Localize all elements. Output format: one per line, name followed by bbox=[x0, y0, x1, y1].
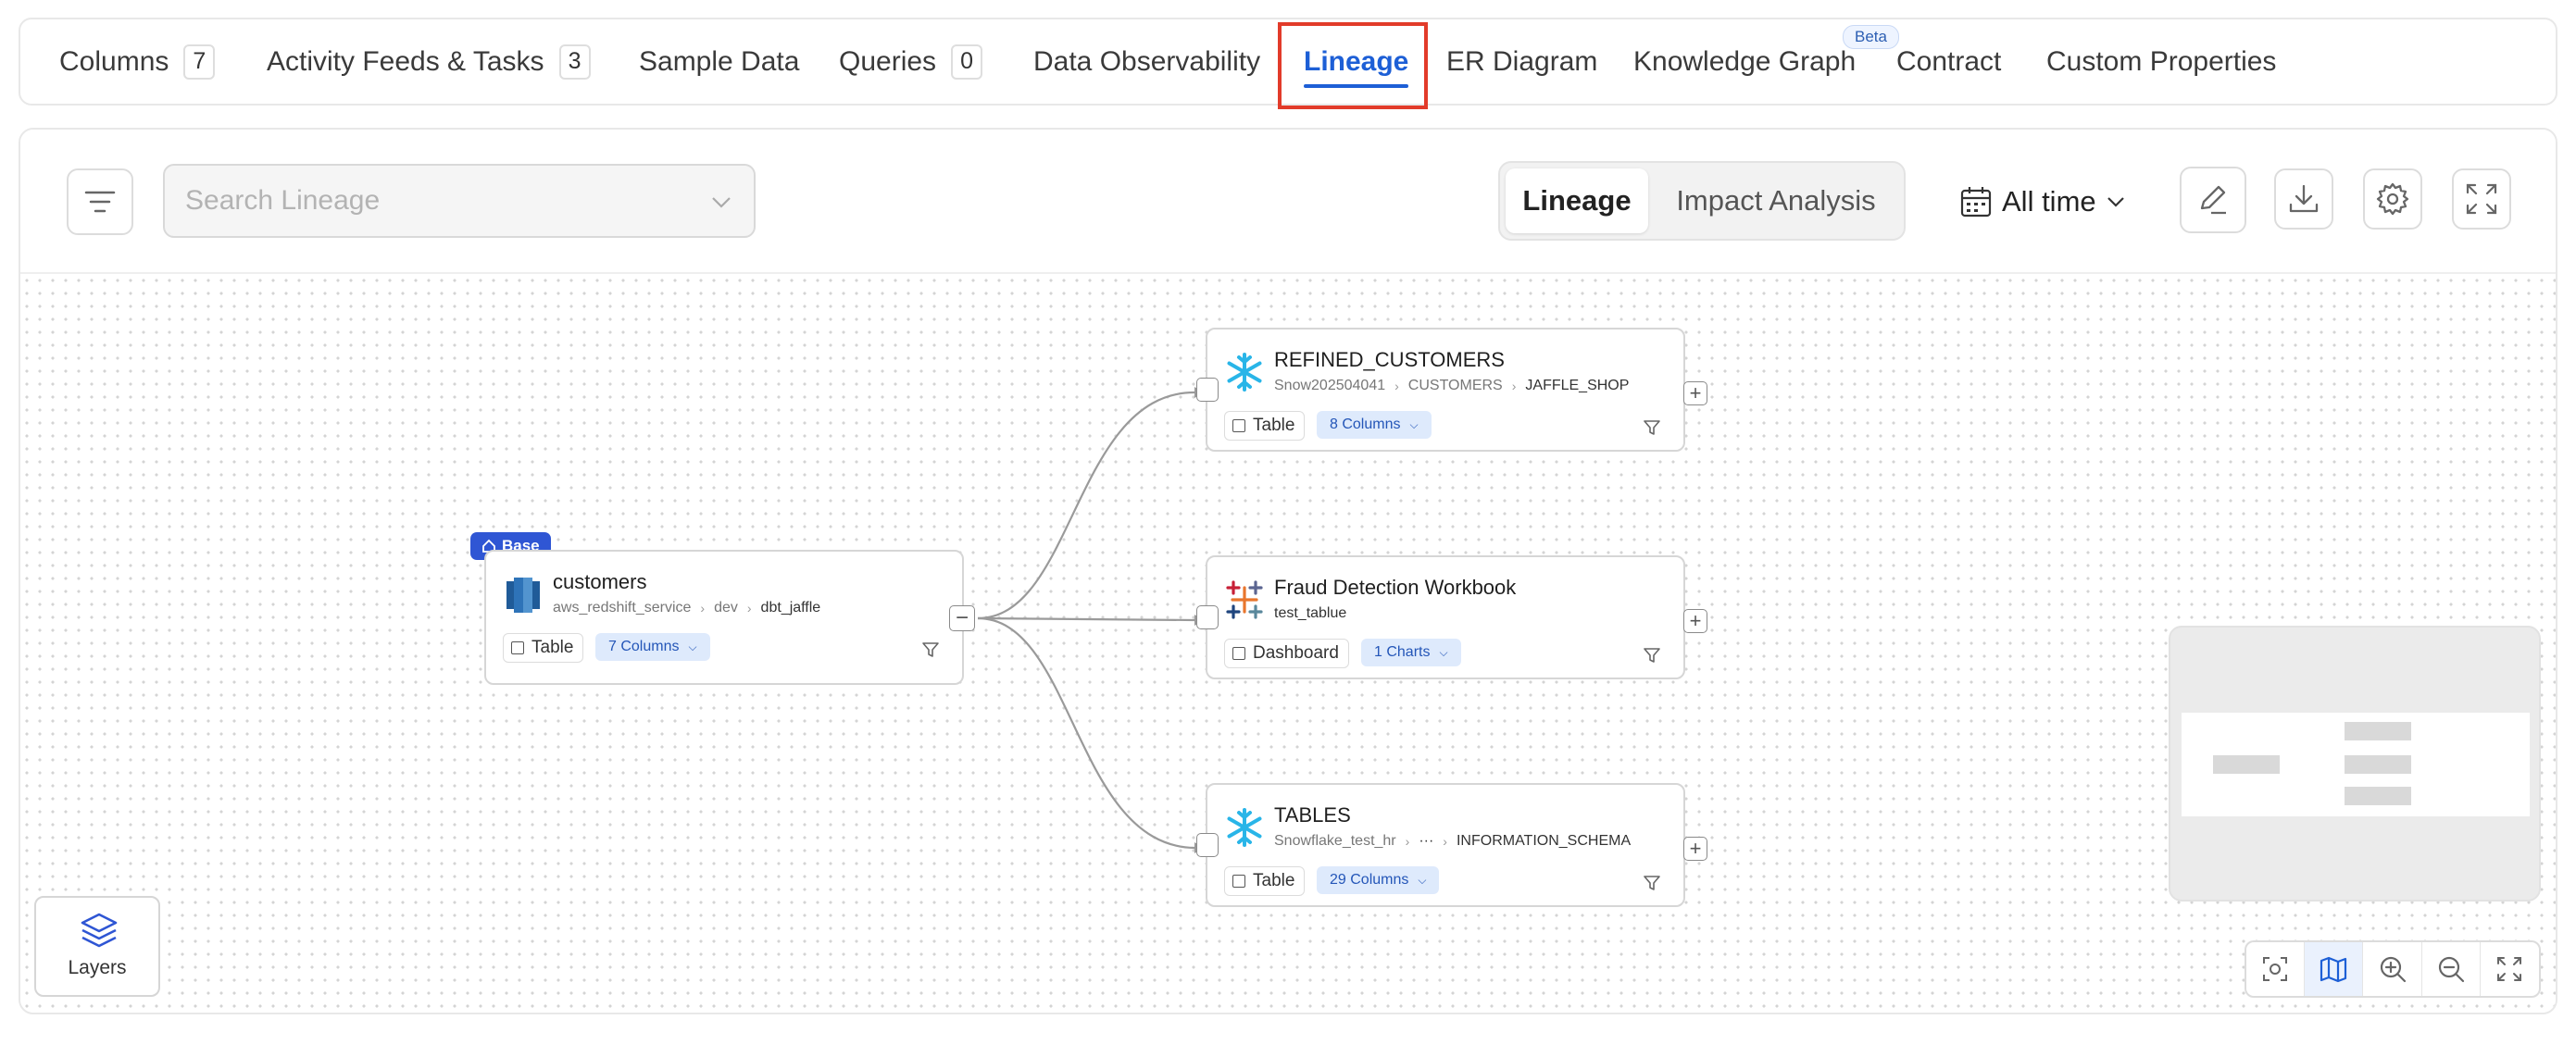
path-database: CUSTOMERS bbox=[1407, 378, 1503, 393]
layers-icon bbox=[81, 913, 118, 948]
zoom-out-icon bbox=[2438, 956, 2464, 983]
charts-expand-chip[interactable]: 1 Charts ⌵ bbox=[1361, 639, 1461, 666]
tableau-icon bbox=[1226, 580, 1263, 619]
columns-expand-chip[interactable]: 8 Columns ⌵ bbox=[1317, 411, 1432, 439]
chevron-down-icon: ⌵ bbox=[1418, 873, 1427, 887]
canvas-controls bbox=[2245, 940, 2541, 998]
edge-to-tables bbox=[977, 616, 1195, 850]
edge-to-refined-customers bbox=[977, 391, 1195, 620]
table-icon bbox=[1232, 419, 1245, 432]
snowflake-icon bbox=[1227, 808, 1262, 847]
edge-to-fraud-detection bbox=[977, 616, 1195, 622]
lineage-node-customers[interactable]: customers aws_redshift_service › dev › dbt… bbox=[484, 550, 975, 685]
columns-expand-chip[interactable]: 29 Columns ⌵ bbox=[1317, 866, 1440, 894]
node-type-label: Table bbox=[1253, 871, 1295, 890]
node-name: REFINED_CUSTOMERS bbox=[1274, 348, 1505, 371]
node-type-label: Table bbox=[531, 638, 574, 657]
minimap-node bbox=[2345, 722, 2411, 740]
map-icon bbox=[2320, 956, 2347, 983]
node-breadcrumb: test_tablue bbox=[1274, 605, 1346, 622]
path-service: Snow202504041 bbox=[1274, 378, 1386, 393]
zoom-out-button[interactable] bbox=[2422, 942, 2481, 996]
minimap-toggle-button[interactable] bbox=[2305, 942, 2364, 996]
columns-expand-chip[interactable]: 7 Columns ⌵ bbox=[595, 633, 710, 661]
expand-canvas-button[interactable] bbox=[2481, 942, 2539, 996]
path-schema: INFORMATION_SCHEMA bbox=[1456, 833, 1632, 849]
node-type-badge: Table bbox=[503, 633, 584, 663]
lineage-node-tables[interactable]: TABLES Snowflake_test_hr › ··· › INFORMATI… bbox=[1196, 783, 1707, 907]
path-database: dev bbox=[714, 600, 738, 616]
chevron-down-icon: ⌵ bbox=[1409, 417, 1419, 431]
filter-icon[interactable] bbox=[921, 640, 940, 659]
columns-count: 8 Columns bbox=[1330, 417, 1401, 432]
layers-button[interactable]: Layers bbox=[34, 896, 160, 997]
path-schema: JAFFLE_SHOP bbox=[1525, 378, 1630, 393]
node-type-badge: Table bbox=[1224, 866, 1306, 896]
lineage-node-refined-customers[interactable]: REFINED_CUSTOMERS Snow202504041 › CUSTOME… bbox=[1196, 328, 1707, 452]
expand-downstream-button[interactable]: + bbox=[1683, 609, 1707, 633]
charts-count: 1 Charts bbox=[1374, 644, 1431, 660]
node-breadcrumb: aws_redshift_service › dev › dbt_jaffle bbox=[553, 600, 821, 616]
node-type-badge: Table bbox=[1224, 411, 1306, 441]
snowflake-icon bbox=[1227, 353, 1262, 392]
columns-count: 29 Columns bbox=[1330, 872, 1409, 888]
chevron-down-icon: ⌵ bbox=[1439, 645, 1448, 659]
node-name: TABLES bbox=[1274, 803, 1351, 827]
node-name: Fraud Detection Workbook bbox=[1274, 576, 1517, 599]
zoom-in-icon bbox=[2380, 956, 2406, 983]
columns-count: 7 Columns bbox=[608, 639, 680, 654]
fit-view-icon bbox=[2263, 957, 2288, 981]
path-service: Snowflake_test_hr bbox=[1274, 833, 1396, 849]
node-breadcrumb: Snow202504041 › CUSTOMERS › JAFFLE_SHOP bbox=[1274, 378, 1630, 393]
node-name: customers bbox=[553, 570, 647, 593]
redshift-icon bbox=[506, 578, 540, 613]
table-icon bbox=[1232, 875, 1245, 888]
zoom-in-button[interactable] bbox=[2363, 942, 2422, 996]
expand-downstream-button[interactable]: + bbox=[1683, 381, 1707, 405]
upstream-toggle[interactable] bbox=[1196, 605, 1219, 629]
expand-icon bbox=[2497, 957, 2522, 981]
dashboard-icon bbox=[1232, 647, 1245, 660]
fit-view-button[interactable] bbox=[2246, 942, 2306, 996]
node-type-label: Table bbox=[1253, 416, 1295, 435]
filter-icon[interactable] bbox=[1643, 646, 1661, 665]
node-breadcrumb: Snowflake_test_hr › ··· › INFORMATION_SCHE… bbox=[1274, 833, 1632, 850]
minimap-node bbox=[2345, 787, 2411, 805]
filter-icon[interactable] bbox=[1643, 418, 1661, 437]
path-service: aws_redshift_service bbox=[553, 600, 692, 616]
node-type-badge: Dashboard bbox=[1224, 639, 1349, 668]
path-ellipsis[interactable]: ··· bbox=[1419, 833, 1433, 850]
path-schema: dbt_jaffle bbox=[760, 600, 821, 616]
layers-label: Layers bbox=[68, 957, 127, 978]
lineage-node-fraud-detection[interactable]: Fraud Detection Workbook test_tablue Das… bbox=[1196, 555, 1707, 679]
upstream-toggle[interactable] bbox=[1196, 833, 1219, 857]
collapse-downstream-button[interactable]: − bbox=[949, 605, 975, 631]
filter-icon[interactable] bbox=[1643, 874, 1661, 892]
lineage-minimap[interactable] bbox=[2169, 626, 2541, 902]
chevron-down-icon: ⌵ bbox=[688, 640, 697, 653]
minimap-node bbox=[2345, 755, 2411, 774]
node-type-label: Dashboard bbox=[1253, 643, 1339, 663]
minimap-node bbox=[2213, 755, 2280, 774]
path-service: test_tablue bbox=[1274, 605, 1347, 621]
table-icon bbox=[511, 641, 524, 654]
upstream-toggle[interactable] bbox=[1196, 378, 1219, 402]
expand-downstream-button[interactable]: + bbox=[1683, 837, 1707, 861]
